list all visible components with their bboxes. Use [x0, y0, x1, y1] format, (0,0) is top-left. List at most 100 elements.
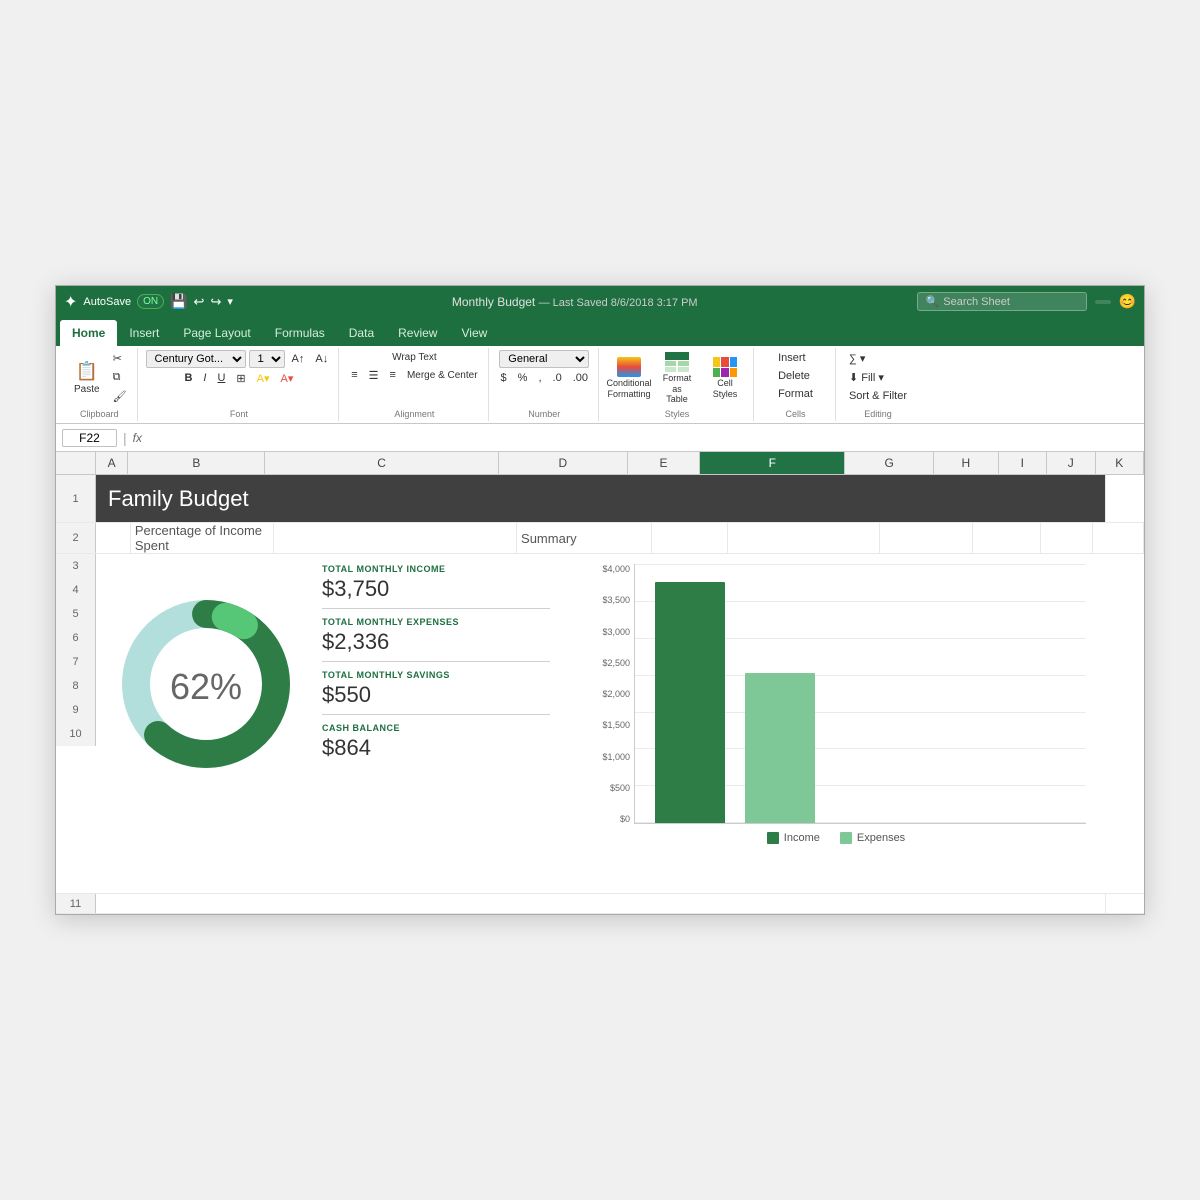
col-header-k[interactable]: K [1096, 452, 1144, 474]
italic-button[interactable]: I [199, 370, 210, 386]
border-button[interactable]: ⊞ [232, 370, 249, 387]
bars-container [634, 564, 1086, 824]
col-header-j[interactable]: J [1047, 452, 1095, 474]
font-color-button[interactable]: A▾ [276, 370, 297, 387]
y-label-500: $500 [610, 783, 630, 793]
cell-d2[interactable]: Summary [517, 523, 652, 553]
cell-e2[interactable] [652, 523, 728, 553]
tab-data[interactable]: Data [337, 320, 386, 346]
formula-bar: | fx [56, 424, 1144, 452]
row-9: 9 [72, 698, 78, 722]
account-icon[interactable]: 😊 [1119, 293, 1136, 310]
cell-styles-button[interactable]: Cell Styles [703, 355, 747, 402]
ribbon-tabs: Home Insert Page Layout Formulas Data Re… [56, 318, 1144, 346]
copy-button[interactable]: ⧉ [109, 369, 131, 386]
search-icon: 🔍 [926, 295, 940, 308]
number-row-1: General [499, 350, 589, 368]
underline-button[interactable]: U [213, 370, 229, 386]
format-painter-button[interactable]: 🖌 [109, 388, 131, 405]
percent-button[interactable]: % [514, 370, 532, 386]
row-6: 6 [72, 626, 78, 650]
cell-a2[interactable] [96, 523, 131, 553]
tab-review[interactable]: Review [386, 320, 449, 346]
percentage-label: Percentage of Income Spent [135, 523, 269, 553]
title-cell[interactable]: Family Budget [96, 475, 1106, 522]
align-right-button[interactable]: ≡ [386, 367, 400, 383]
legend-expenses-color [840, 832, 852, 844]
cell-h2[interactable] [973, 523, 1041, 553]
cell-i2[interactable] [1041, 523, 1092, 553]
styles-group: Conditional Formatting Format as Table [601, 348, 754, 421]
col-header-d[interactable]: D [499, 452, 628, 474]
wrap-text-button[interactable]: Wrap Text [388, 350, 441, 365]
cells-group: Insert Delete Format Cells [756, 348, 836, 421]
savings-label: TOTAL MONTHLY SAVINGS [322, 670, 550, 680]
comma-button[interactable]: , [534, 370, 545, 386]
decrease-decimal-button[interactable]: .00 [569, 370, 592, 386]
cell-styles-label: Cell Styles [709, 378, 741, 400]
col-header-a[interactable]: A [96, 452, 128, 474]
currency-button[interactable]: $ [497, 370, 511, 386]
title-right: 🔍 Search Sheet 😊 [917, 292, 1136, 311]
cell-g2[interactable] [880, 523, 973, 553]
font-selector[interactable]: Century Got... [146, 350, 246, 368]
align-center-button[interactable]: ☰ [365, 367, 383, 384]
summary-title: Summary [521, 531, 577, 546]
fill-button[interactable]: ⬇ Fill ▾ [845, 369, 911, 386]
paste-button[interactable]: 📋 Paste [68, 357, 106, 397]
col-header-g[interactable]: G [845, 452, 934, 474]
delete-button[interactable]: Delete [774, 368, 817, 384]
col-header-i[interactable]: I [999, 452, 1047, 474]
tab-home[interactable]: Home [60, 320, 117, 346]
tab-insert[interactable]: Insert [117, 320, 171, 346]
tab-page-layout[interactable]: Page Layout [171, 320, 262, 346]
col-header-e[interactable]: E [628, 452, 701, 474]
insert-button[interactable]: Insert [774, 350, 817, 366]
save-icon[interactable]: 💾 [170, 293, 187, 310]
row-11: 11 [56, 894, 1144, 914]
cell-reference-input[interactable] [62, 429, 117, 447]
bold-button[interactable]: B [180, 370, 196, 386]
undo-icon[interactable]: ↩ [194, 294, 205, 310]
cell-f2[interactable] [728, 523, 879, 553]
bar-chart-container: $4,000 $3,500 $3,000 $2,500 $2,000 $1,50… [586, 564, 1086, 844]
col-header-f[interactable]: F [700, 452, 845, 474]
formula-input[interactable] [148, 431, 1138, 445]
fill-color-button[interactable]: A▾ [253, 370, 274, 387]
format-button[interactable]: Format [774, 386, 817, 402]
merge-center-button[interactable]: Merge & Center [403, 368, 482, 383]
redo-icon[interactable]: ↪ [210, 294, 221, 310]
sort-filter-button[interactable]: Sort & Filter [845, 388, 911, 404]
number-format-selector[interactable]: General [499, 350, 589, 368]
font-size-selector[interactable]: 11 [249, 350, 285, 368]
decrease-font-button[interactable]: A↓ [311, 351, 332, 367]
col-header-h[interactable]: H [934, 452, 999, 474]
cut-button[interactable]: ✂ [109, 350, 131, 367]
chart-plot-area: $4,000 $3,500 $3,000 $2,500 $2,000 $1,50… [586, 564, 1086, 824]
search-box[interactable]: 🔍 Search Sheet [917, 292, 1087, 311]
conditional-formatting-button[interactable]: Conditional Formatting [607, 355, 651, 402]
increase-decimal-button[interactable]: .0 [549, 370, 566, 386]
search-placeholder: Search Sheet [943, 296, 1010, 308]
share-button[interactable] [1095, 300, 1111, 304]
col-header-c[interactable]: C [265, 452, 499, 474]
editing-group: ∑ ▾ ⬇ Fill ▾ Sort & Filter Editing [838, 348, 918, 421]
summary-item-income: TOTAL MONTHLY INCOME $3,750 [322, 564, 550, 609]
autosave-toggle[interactable]: ON [137, 294, 164, 309]
tab-view[interactable]: View [449, 320, 499, 346]
excel-window: ✦ AutoSave ON 💾 ↩ ↪ ▾ Monthly Budget — L… [55, 285, 1145, 915]
cell-b2[interactable]: Percentage of Income Spent [131, 523, 274, 553]
increase-font-button[interactable]: A↑ [288, 351, 309, 367]
row-8: 8 [72, 674, 78, 698]
tab-formulas[interactable]: Formulas [263, 320, 337, 346]
autosum-button[interactable]: ∑ ▾ [845, 350, 911, 367]
format-as-table-button[interactable]: Format as Table [655, 350, 699, 407]
cut-icon: ✂ [113, 352, 122, 365]
conditional-formatting-icon [617, 357, 641, 377]
cell-11-b[interactable] [96, 894, 1106, 913]
align-left-button[interactable]: ≡ [347, 367, 361, 383]
col-header-b[interactable]: B [128, 452, 265, 474]
cell-j2[interactable] [1093, 523, 1144, 553]
cell-styles-icon [713, 357, 737, 377]
cell-c2[interactable] [274, 523, 517, 553]
